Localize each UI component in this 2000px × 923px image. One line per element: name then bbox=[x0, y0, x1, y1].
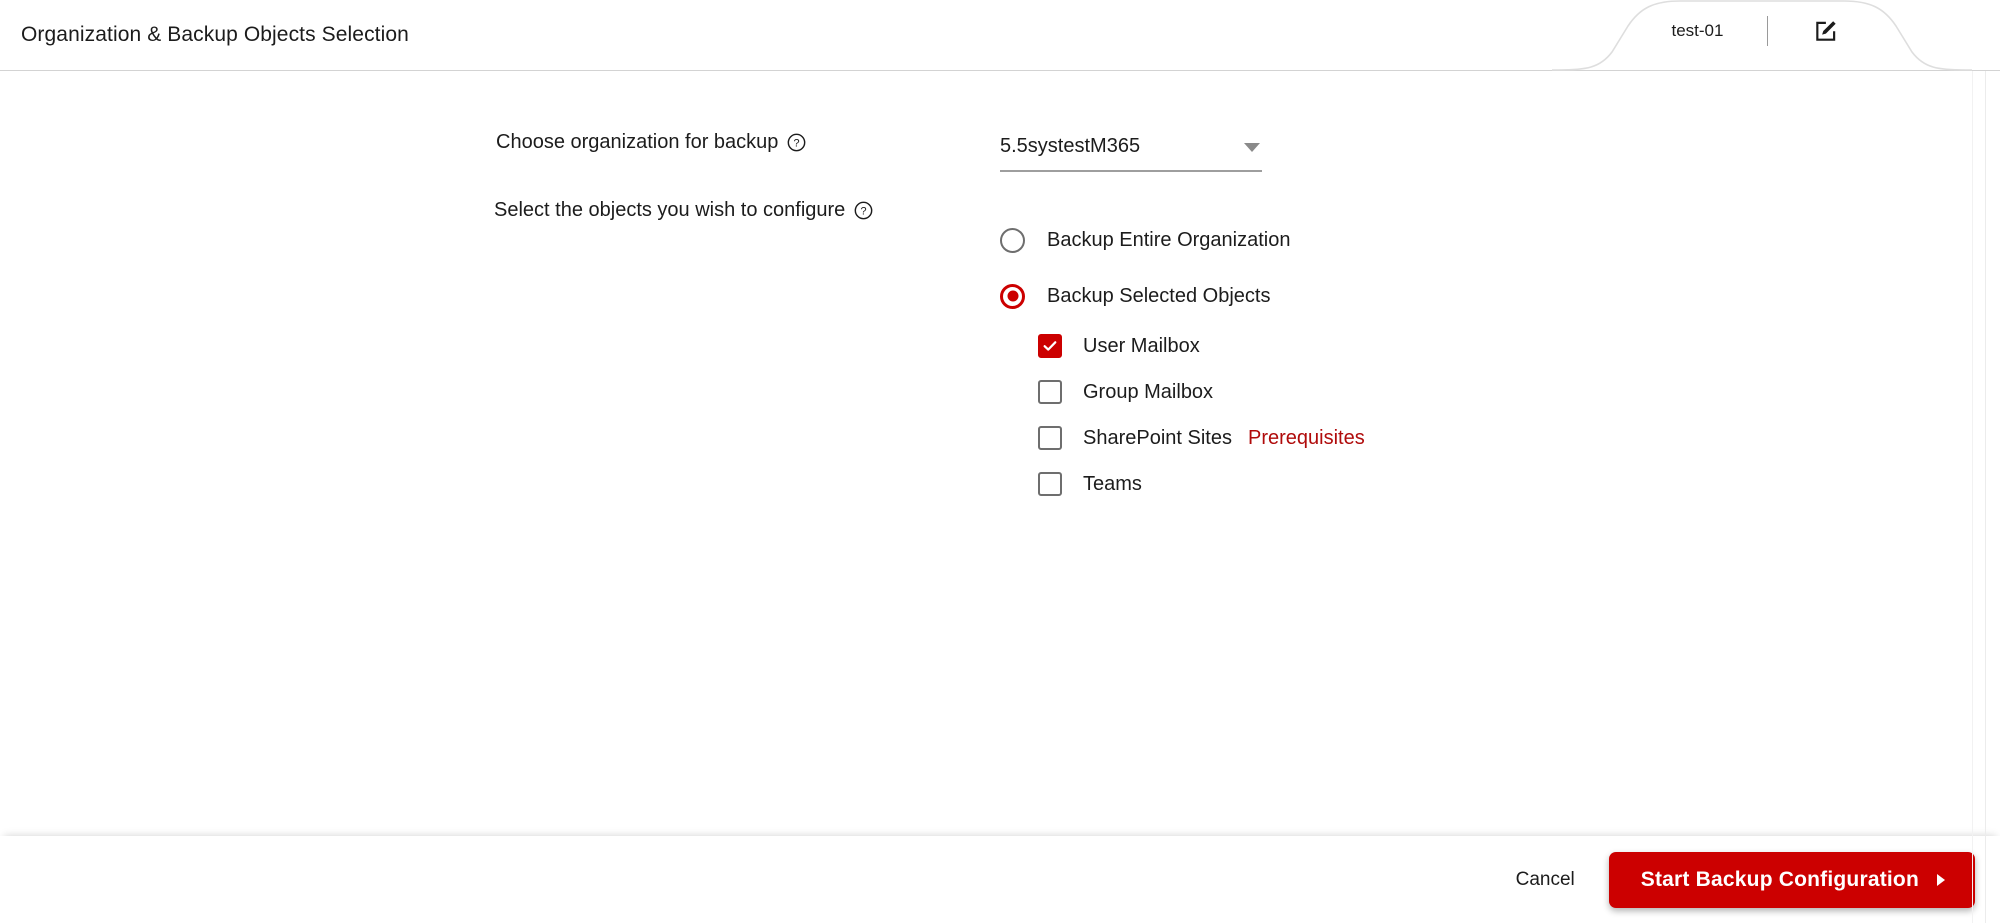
organization-label: Choose organization for backup bbox=[496, 131, 779, 153]
check-icon bbox=[1043, 341, 1057, 351]
page-title: Organization & Backup Objects Selection bbox=[21, 23, 409, 46]
radio-backup-selected-objects[interactable]: Backup Selected Objects bbox=[1000, 277, 1365, 315]
checkbox-indicator bbox=[1038, 472, 1062, 496]
radio-indicator bbox=[1000, 227, 1025, 253]
scrollbar-track[interactable] bbox=[1985, 71, 1986, 923]
tab-content: test-01 bbox=[1552, 0, 1972, 62]
svg-text:?: ? bbox=[794, 138, 800, 150]
checkbox-group-mailbox[interactable]: Group Mailbox bbox=[1038, 377, 1365, 407]
page-header: Organization & Backup Objects Selection … bbox=[0, 0, 2000, 71]
organization-dropdown[interactable]: 5.5systestM365 bbox=[1000, 134, 1262, 172]
radio-label: Backup Entire Organization bbox=[1047, 228, 1291, 251]
primary-button-label: Start Backup Configuration bbox=[1640, 867, 1919, 891]
active-tab[interactable]: test-01 bbox=[1552, 0, 1972, 71]
main-content: Choose organization for backup ? 5.5syst… bbox=[0, 71, 2000, 831]
organization-label-group: Choose organization for backup ? bbox=[496, 131, 806, 154]
checkbox-indicator bbox=[1038, 380, 1062, 404]
checkbox-teams[interactable]: Teams bbox=[1038, 469, 1365, 499]
action-footer: Cancel Start Backup Configuration bbox=[0, 836, 2000, 923]
help-circle-icon[interactable]: ? bbox=[787, 133, 806, 152]
objects-label-group: Select the objects you wish to configure… bbox=[494, 199, 873, 222]
app-root: Organization & Backup Objects Selection … bbox=[0, 0, 2000, 923]
backup-scope-options: Backup Entire Organization Backup Select… bbox=[1000, 221, 1365, 499]
chevron-down-icon bbox=[1244, 143, 1260, 152]
checkbox-indicator bbox=[1038, 426, 1062, 450]
chevron-right-icon bbox=[1937, 873, 1945, 886]
checkbox-indicator-checked bbox=[1038, 334, 1062, 358]
organization-selected-value: 5.5systestM365 bbox=[1000, 135, 1141, 157]
checkbox-sharepoint-sites[interactable]: SharePoint Sites Prerequisites bbox=[1038, 423, 1365, 453]
scrollbar-edge bbox=[1972, 71, 1973, 923]
checkbox-label: Teams bbox=[1083, 472, 1142, 495]
tab-divider bbox=[1767, 16, 1769, 46]
radio-indicator-selected bbox=[1000, 283, 1025, 309]
objects-label: Select the objects you wish to configure bbox=[494, 199, 846, 221]
checkbox-label: User Mailbox bbox=[1083, 334, 1200, 357]
cancel-button[interactable]: Cancel bbox=[1498, 859, 1593, 901]
checkbox-label: SharePoint Sites bbox=[1083, 426, 1232, 449]
start-backup-configuration-button[interactable]: Start Backup Configuration bbox=[1608, 851, 1975, 908]
svg-text:?: ? bbox=[861, 206, 867, 218]
edit-square-pencil-icon[interactable] bbox=[1800, 11, 1852, 51]
checkbox-label: Group Mailbox bbox=[1083, 380, 1214, 403]
radio-backup-entire-organization[interactable]: Backup Entire Organization bbox=[1000, 221, 1365, 259]
tab-label: test-01 bbox=[1671, 21, 1724, 40]
checkbox-user-mailbox[interactable]: User Mailbox bbox=[1038, 331, 1365, 361]
object-type-checkbox-group: User Mailbox Group Mailbox SharePoint Si… bbox=[1038, 331, 1365, 499]
prerequisites-link[interactable]: Prerequisites bbox=[1248, 427, 1365, 450]
help-circle-icon[interactable]: ? bbox=[854, 201, 873, 220]
radio-label: Backup Selected Objects bbox=[1047, 284, 1271, 307]
